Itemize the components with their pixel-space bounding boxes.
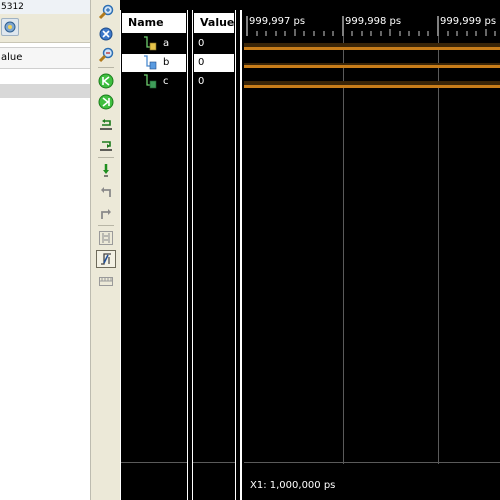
grid-line <box>438 36 439 464</box>
name-panel: Name a b c <box>120 10 188 500</box>
signal-value: 0 <box>198 57 205 68</box>
signal-name[interactable]: a <box>163 38 169 49</box>
zoom-out-icon <box>98 47 114 63</box>
zoom-fit-button[interactable] <box>96 25 116 43</box>
signal-value: 0 <box>198 76 205 87</box>
selected-row[interactable] <box>0 84 90 98</box>
zoom-in-button[interactable] <box>96 3 116 21</box>
value-column-header[interactable]: Value <box>194 13 234 33</box>
signal-row[interactable] <box>143 54 157 73</box>
wave-toolbar <box>90 0 120 500</box>
name-column-header[interactable]: Name <box>122 13 186 33</box>
toolbar-separator <box>98 225 114 226</box>
waveform-b[interactable] <box>244 65 500 68</box>
value-panel: Value 0 0 0 <box>192 10 236 500</box>
next-marker-icon <box>101 209 111 219</box>
panel-title: 5312 <box>0 0 91 14</box>
swap-cursors-icon <box>99 231 113 245</box>
value-column-header[interactable]: alue <box>0 47 91 69</box>
cursor-time-readout: X1: 1,000,000 ps <box>250 480 336 491</box>
go-to-start-button[interactable] <box>96 72 116 90</box>
waveform-panel[interactable]: 999,997 ps 999,998 ps 999,999 ps X1: 1,0… <box>240 10 500 500</box>
panel-divider <box>193 462 235 463</box>
add-marker-button[interactable] <box>96 161 116 179</box>
signal-name[interactable]: c <box>163 76 169 87</box>
go-to-end-button[interactable] <box>96 93 116 111</box>
add-marker-icon <box>103 164 109 177</box>
signal-icon <box>144 55 157 70</box>
previous-transition-button[interactable] <box>96 115 116 133</box>
time-tick-label: 999,998 ps <box>345 16 402 27</box>
next-transition-button[interactable] <box>96 136 116 154</box>
waveform-c[interactable] <box>244 85 500 88</box>
toolbar-separator <box>98 157 114 158</box>
go-to-end-icon <box>98 94 114 110</box>
time-tick-label: 999,997 ps <box>249 16 306 27</box>
zoom-in-icon <box>98 4 114 20</box>
next-transition-icon <box>100 141 112 151</box>
time-tick-label: 999,999 ps <box>440 16 497 27</box>
settings-button[interactable] <box>1 18 19 36</box>
floating-ruler-button[interactable] <box>96 272 116 290</box>
next-marker-button[interactable] <box>96 204 116 222</box>
previous-marker-button[interactable] <box>96 182 116 200</box>
signal-name[interactable]: b <box>163 57 169 68</box>
swap-cursors-button[interactable] <box>96 229 116 247</box>
panel-divider <box>244 462 500 463</box>
waveform-a[interactable] <box>244 47 500 50</box>
signal-icon <box>144 74 157 89</box>
snap-to-transition-button[interactable] <box>96 250 116 268</box>
previous-transition-icon <box>100 119 112 130</box>
toolbar-separator <box>98 67 114 68</box>
zoom-fit-icon <box>99 27 113 41</box>
snap-to-transition-icon <box>101 253 111 265</box>
gear-icon <box>4 21 16 33</box>
signal-row[interactable] <box>143 73 157 92</box>
go-to-start-icon <box>98 73 114 89</box>
zoom-out-button[interactable] <box>96 46 116 64</box>
previous-marker-icon <box>101 187 111 197</box>
signal-value: 0 <box>198 38 205 49</box>
floating-ruler-icon <box>99 277 113 286</box>
signal-row[interactable] <box>143 35 157 54</box>
grid-line <box>343 36 344 464</box>
signal-icon <box>144 36 157 51</box>
panel-divider <box>121 462 187 463</box>
objects-panel <box>0 0 90 500</box>
